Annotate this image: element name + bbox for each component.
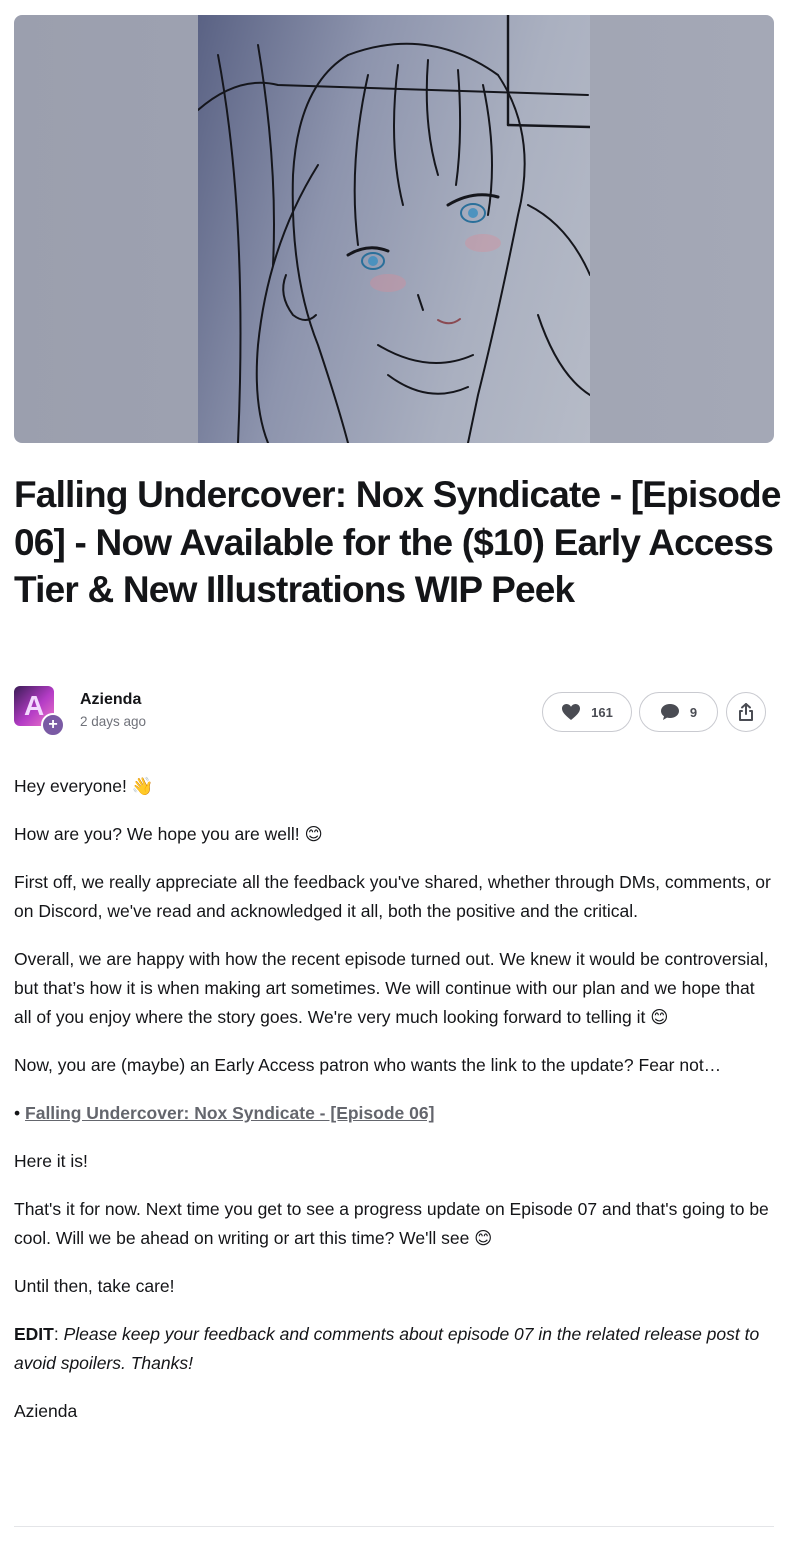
body-paragraph: Until then, take care! bbox=[14, 1276, 175, 1296]
signoff: Azienda bbox=[14, 1401, 78, 1421]
author-row: A + Azienda 2 days ago 161 9 bbox=[14, 686, 774, 738]
edit-colon: : bbox=[53, 1324, 64, 1344]
comment-button[interactable]: 9 bbox=[639, 692, 718, 732]
post-timestamp[interactable]: 2 days ago bbox=[80, 714, 146, 729]
divider bbox=[14, 1526, 774, 1527]
comment-count: 9 bbox=[689, 704, 698, 720]
bullet: • bbox=[14, 1103, 21, 1123]
episode-link[interactable]: Falling Undercover: Nox Syndicate - [Epi… bbox=[25, 1103, 434, 1123]
body-paragraph: First off, we really appreciate all the … bbox=[14, 872, 771, 921]
post-title: Falling Undercover: Nox Syndicate - [Epi… bbox=[14, 474, 781, 610]
plus-icon[interactable]: + bbox=[41, 713, 65, 737]
edit-label: EDIT bbox=[14, 1324, 54, 1344]
like-count: 161 bbox=[591, 704, 613, 720]
post-hero-image[interactable] bbox=[14, 15, 774, 443]
hero-illustration bbox=[198, 15, 590, 443]
share-button[interactable] bbox=[726, 692, 766, 732]
edit-text: Please keep your feedback and comments a… bbox=[14, 1324, 760, 1373]
body-paragraph: How are you? We hope you are well! 😊 bbox=[14, 824, 323, 844]
body-paragraph: Hey everyone! 👋 bbox=[14, 776, 154, 796]
link-list-item: • Falling Undercover: Nox Syndicate - [E… bbox=[14, 1099, 774, 1128]
line-art-portrait bbox=[198, 15, 590, 443]
body-paragraph: Overall, we are happy with how the recen… bbox=[14, 949, 769, 1027]
post-body: Hey everyone! 👋 How are you? We hope you… bbox=[14, 772, 774, 1445]
speech-bubble-icon bbox=[660, 704, 679, 720]
body-paragraph: Here it is! bbox=[14, 1151, 88, 1171]
author-name[interactable]: Azienda bbox=[80, 691, 141, 709]
heart-icon bbox=[562, 704, 581, 720]
edit-note: EDIT: Please keep your feedback and comm… bbox=[14, 1320, 774, 1378]
avatar-letter: A bbox=[24, 690, 45, 721]
like-button[interactable]: 161 bbox=[542, 692, 632, 732]
body-paragraph: Now, you are (maybe) an Early Access pat… bbox=[14, 1055, 722, 1075]
share-icon bbox=[739, 703, 753, 721]
body-paragraph: That's it for now. Next time you get to … bbox=[14, 1199, 769, 1248]
